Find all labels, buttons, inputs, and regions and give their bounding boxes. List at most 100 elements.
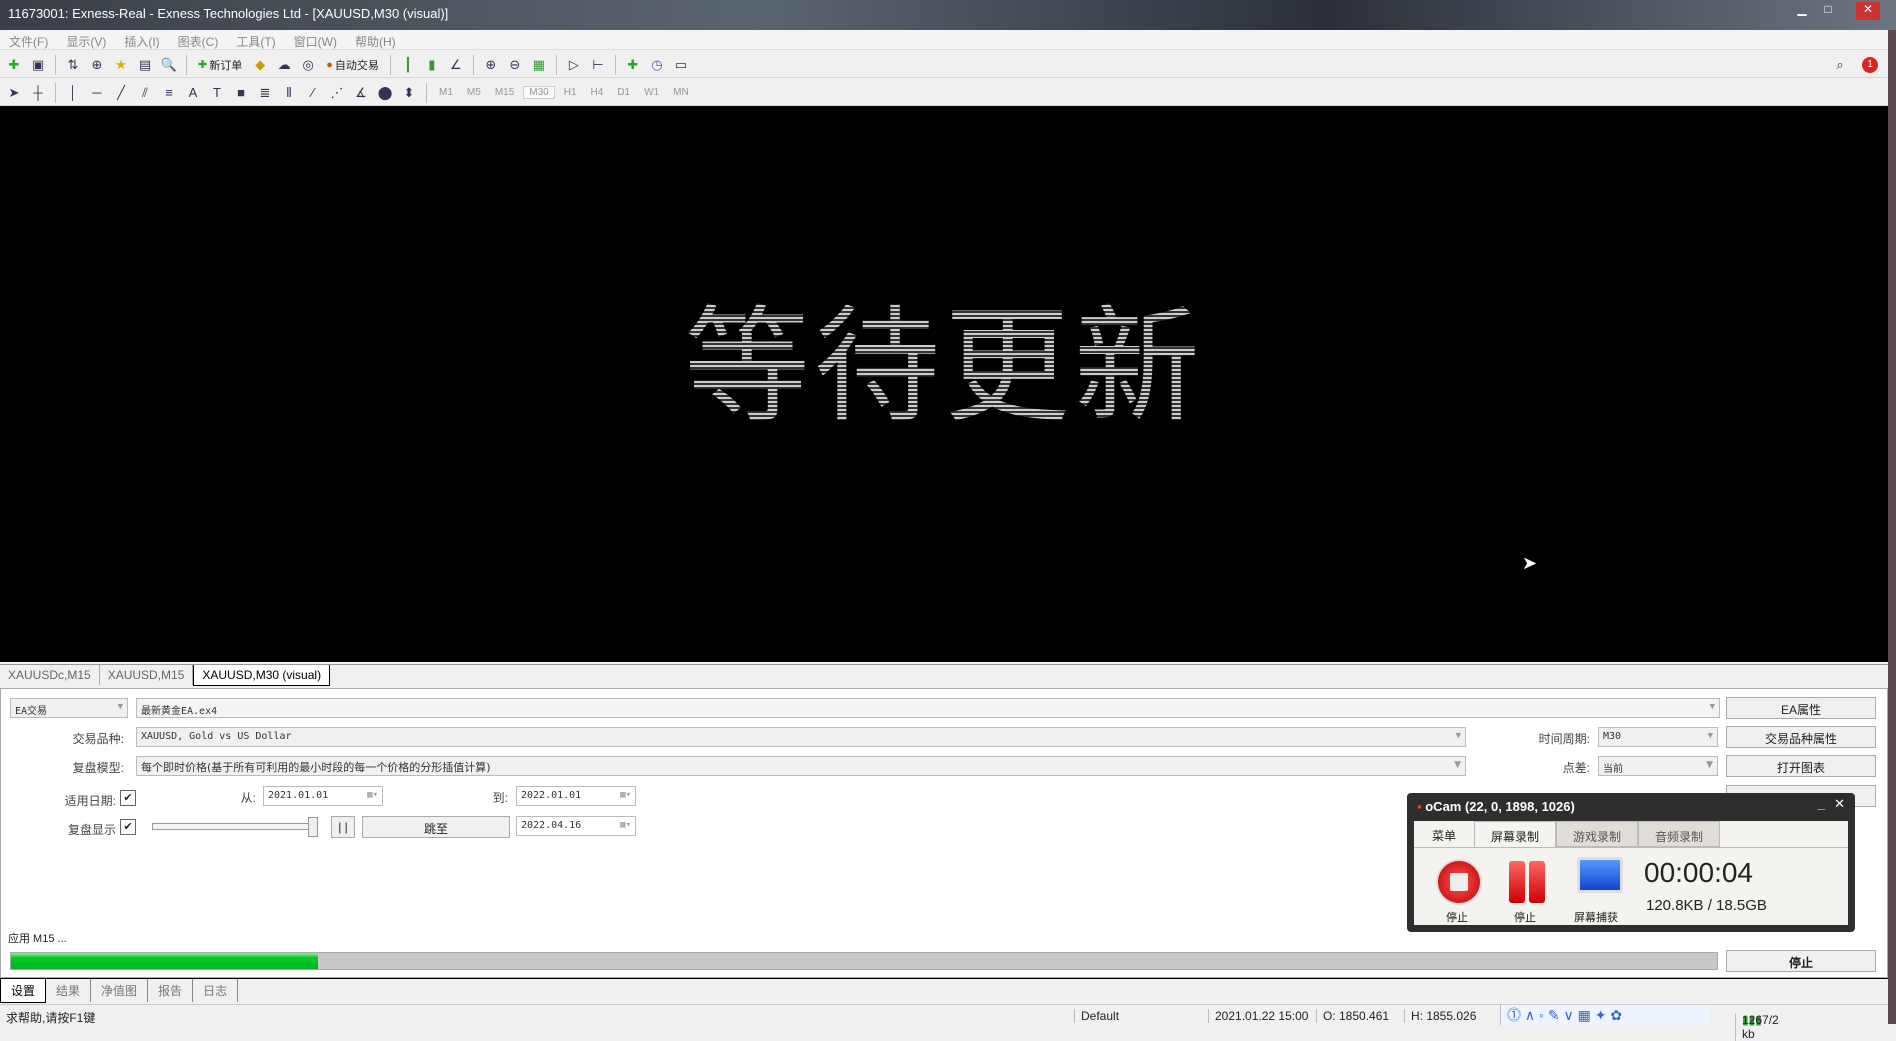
from-date-picker[interactable]: 2021.01.01 ▦▾ <box>263 786 383 806</box>
maximize-button[interactable]: □ <box>1816 2 1840 20</box>
timeframe-m1[interactable]: M1 <box>434 87 458 98</box>
menu-charts[interactable]: 图表(C) <box>169 30 228 53</box>
mode-select[interactable]: EA交易 ▼ <box>10 698 128 718</box>
cursor-icon[interactable]: ➤ <box>4 83 24 103</box>
periods-icon[interactable]: ◷ <box>647 55 667 75</box>
timeframe-h4[interactable]: H4 <box>586 87 609 98</box>
ocam-tab-game-record[interactable]: 游戏录制 <box>1556 821 1638 847</box>
tab-graph[interactable]: 净值图 <box>91 979 149 1002</box>
tab-results[interactable]: 结果 <box>46 979 92 1002</box>
speed-slider-handle[interactable] <box>308 817 318 837</box>
text-icon[interactable]: A <box>183 83 203 103</box>
zoom-in-icon[interactable]: ⊕ <box>481 55 501 75</box>
speed-slider[interactable] <box>152 823 316 830</box>
zoom-out-icon[interactable]: ⊖ <box>505 55 525 75</box>
auto-trading-button[interactable]: ● 自动交易 <box>322 57 383 73</box>
timeframe-m30[interactable]: M30 <box>523 86 555 99</box>
ocam-capture-button[interactable] <box>1577 857 1623 893</box>
new-chart-icon[interactable]: ✚ <box>4 55 24 75</box>
new-order-button[interactable]: ✚ 新订单 <box>194 57 246 73</box>
timeframe-d1[interactable]: D1 <box>612 87 635 98</box>
gann-fan-icon[interactable]: ⋰ <box>327 83 347 103</box>
market-watch-icon[interactable]: ⇅ <box>63 55 83 75</box>
terminal-icon[interactable]: ▤ <box>135 55 155 75</box>
symbol-select[interactable]: XAUUSD, Gold vs US Dollar ▼ <box>136 727 1466 747</box>
tab-report[interactable]: 报告 <box>148 979 194 1002</box>
arrows-icon[interactable]: ⬍ <box>399 83 419 103</box>
equidistant-channel-icon[interactable]: ⫽ <box>135 83 155 103</box>
ime-toolbar[interactable]: ⓵ ∧ ◦ ✎ ∨ ▦ ✦ ✿ <box>1500 1005 1710 1025</box>
ocam-pause-button[interactable] <box>1509 861 1525 903</box>
vertical-line-icon[interactable]: │ <box>63 83 83 103</box>
minimize-button[interactable]: ▁ <box>1790 2 1814 20</box>
menu-view[interactable]: 显示(V) <box>57 30 115 53</box>
rectangle-icon[interactable]: ■ <box>231 83 251 103</box>
pause-button[interactable]: | | <box>331 816 355 838</box>
crosshair-tool-icon[interactable]: ┼ <box>28 83 48 103</box>
indicators-icon[interactable]: ✚ <box>623 55 643 75</box>
candlestick-icon[interactable]: ▮ <box>422 55 442 75</box>
search-icon[interactable]: ⌕ <box>1830 55 1850 75</box>
chart-tab-active[interactable]: XAUUSD,M30 (visual) <box>193 665 331 686</box>
close-button[interactable]: ✕ <box>1856 2 1880 20</box>
visual-mode-checkbox[interactable]: ✔ <box>120 819 136 835</box>
menu-window[interactable]: 窗口(W) <box>285 30 346 53</box>
fibo-time-icon[interactable]: ⦀ <box>279 83 299 103</box>
tab-journal[interactable]: 日志 <box>193 979 239 1002</box>
timeframe-mn[interactable]: MN <box>668 87 694 98</box>
use-date-checkbox[interactable]: ✔ <box>120 790 136 806</box>
gann-line-icon[interactable]: ∕ <box>303 83 323 103</box>
chart-tab[interactable]: XAUUSD,M15 <box>100 665 194 685</box>
open-chart-button[interactable]: 打开图表 <box>1726 755 1876 777</box>
ocam-minimize-button[interactable]: _ <box>1818 796 1825 811</box>
ocam-stop-label: 停止 <box>1446 912 1468 924</box>
spread-select[interactable]: 当前 ▼ <box>1598 756 1718 776</box>
to-date-picker[interactable]: 2022.01.01 ▦▾ <box>516 786 636 806</box>
ocam-tab-audio-record[interactable]: 音频录制 <box>1638 821 1720 847</box>
model-select[interactable]: 每个即时价格(基于所有可利用的最小时段的每一个价格的分形插值计算) ▼ <box>136 756 1466 776</box>
autoscroll-icon[interactable]: ▷ <box>564 55 584 75</box>
status-profile: Default <box>1074 1009 1119 1023</box>
menu-tools[interactable]: 工具(T) <box>227 30 284 53</box>
symbol-properties-button[interactable]: 交易品种属性 <box>1726 726 1876 748</box>
stop-button[interactable]: 停止 <box>1726 950 1876 972</box>
bar-chart-icon[interactable]: ┃ <box>398 55 418 75</box>
jump-to-button[interactable]: 跳至 <box>362 816 510 838</box>
profiles-icon[interactable]: ▣ <box>28 55 48 75</box>
timeframe-w1[interactable]: W1 <box>639 87 664 98</box>
ocam-tab-screen-record[interactable]: 屏幕录制 <box>1474 821 1556 847</box>
fibo-fan-icon[interactable]: ≣ <box>255 83 275 103</box>
templates-icon[interactable]: ▭ <box>671 55 691 75</box>
horizontal-line-icon[interactable]: ─ <box>87 83 107 103</box>
text-label-icon[interactable]: T <box>207 83 227 103</box>
menu-file[interactable]: 文件(F) <box>0 30 57 53</box>
chart-tab[interactable]: XAUUSDc,M15 <box>0 665 100 685</box>
menu-insert[interactable]: 插入(I) <box>115 30 168 53</box>
expert-properties-button[interactable]: EA属性 <box>1726 697 1876 719</box>
menu-help[interactable]: 帮助(H) <box>346 30 405 53</box>
chart-shift-icon[interactable]: ⊢ <box>588 55 608 75</box>
timeframe-h1[interactable]: H1 <box>559 87 582 98</box>
ocam-close-button[interactable]: ✕ <box>1834 796 1845 812</box>
ellipse-icon[interactable]: ⬤ <box>375 83 395 103</box>
metaeditor-icon[interactable]: ◆ <box>250 55 270 75</box>
timeframe-m5[interactable]: M5 <box>462 87 486 98</box>
vps-icon[interactable]: ◎ <box>298 55 318 75</box>
tab-settings[interactable]: 设置 <box>0 979 47 1003</box>
strategy-tester-icon[interactable]: 🔍 <box>159 55 179 75</box>
trendline-icon[interactable]: ╱ <box>111 83 131 103</box>
jump-date-picker[interactable]: 2022.04.16 ▦▾ <box>516 816 636 836</box>
ocam-tab-menu[interactable]: 菜单 <box>1414 821 1474 847</box>
notification-icon[interactable]: 1 <box>1862 56 1878 73</box>
tile-windows-icon[interactable]: ▦ <box>529 55 549 75</box>
crosshair-icon[interactable]: ⊕ <box>87 55 107 75</box>
fibonacci-icon[interactable]: ≡ <box>159 83 179 103</box>
period-select[interactable]: M30 ▼ <box>1598 727 1718 747</box>
signals-icon[interactable]: ☁ <box>274 55 294 75</box>
line-chart-icon[interactable]: ∠ <box>446 55 466 75</box>
navigator-icon[interactable]: ★ <box>111 55 131 75</box>
ocam-stop-button[interactable] <box>1436 859 1482 905</box>
gann-grid-icon[interactable]: ∡ <box>351 83 371 103</box>
timeframe-m15[interactable]: M15 <box>490 87 519 98</box>
expert-select[interactable]: 最新黄金EA.ex4 ▼ <box>136 698 1720 718</box>
